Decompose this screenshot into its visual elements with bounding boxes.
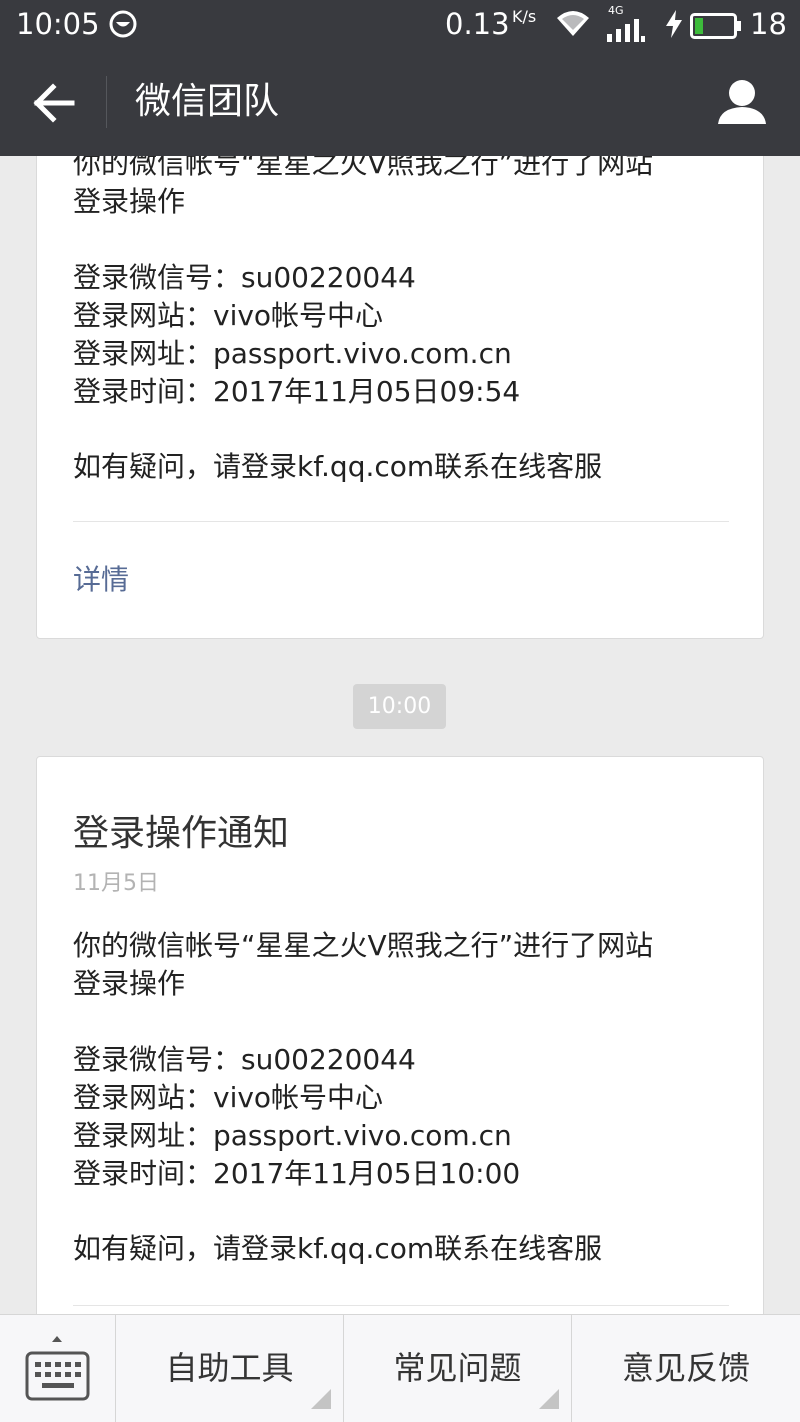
back-button[interactable] — [20, 70, 90, 136]
menu-faq[interactable]: 常见问题 — [343, 1315, 571, 1422]
menu-label: 常见问题 — [393, 1349, 522, 1387]
message-card[interactable]: 登录操作通知 11月5日 你的微信帐号“星星之火V照我之行”进行了网站 登录操作… — [36, 756, 764, 1314]
net-speed-value: 0.13 — [445, 7, 510, 41]
login-wechat-id: 登录微信号：su00220044 — [73, 261, 416, 294]
submenu-indicator-icon — [539, 1389, 559, 1409]
detail-link[interactable]: 详情 — [73, 561, 129, 599]
message-body-line1: 你的微信帐号“星星之火V照我之行”进行了网站 — [73, 929, 654, 962]
contact-info: 如有疑问，请登录kf.qq.com联系在线客服 — [73, 1232, 603, 1265]
message-card[interactable]: 你的微信帐号“星星之火V照我之行”进行了网站 登录操作 登录微信号：su0022… — [36, 156, 764, 639]
profile-button[interactable] — [712, 70, 772, 136]
notification-icon — [108, 9, 138, 47]
login-url: 登录网址：passport.vivo.com.cn — [73, 337, 512, 370]
submenu-indicator-icon — [311, 1389, 331, 1409]
login-time: 登录时间：2017年11月05日10:00 — [73, 1157, 521, 1190]
message-body-line1: 你的微信帐号“星星之火V照我之行”进行了网站 — [73, 156, 654, 180]
login-url: 登录网址：passport.vivo.com.cn — [73, 1119, 512, 1152]
battery-icon — [690, 11, 742, 47]
arrow-left-icon — [33, 83, 75, 123]
card-divider — [73, 521, 729, 522]
menu-feedback[interactable]: 意见反馈 — [571, 1315, 800, 1422]
message-title: 登录操作通知 — [73, 813, 290, 854]
card-divider — [73, 1305, 729, 1306]
signal-icon — [605, 14, 647, 50]
title-divider — [106, 76, 107, 128]
message-body-line2: 登录操作 — [73, 185, 186, 218]
message-date: 11月5日 — [73, 871, 159, 896]
person-icon — [718, 80, 766, 124]
status-time: 10:05 — [16, 7, 100, 41]
keyboard-toggle-button[interactable] — [0, 1315, 115, 1422]
login-website: 登录网站：vivo帐号中心 — [73, 1081, 384, 1114]
login-time: 登录时间：2017年11月05日09:54 — [73, 375, 521, 408]
title-bar: 微信团队 — [0, 50, 800, 156]
message-list[interactable]: 你的微信帐号“星星之火V照我之行”进行了网站 登录操作 登录微信号：su0022… — [0, 156, 800, 1314]
login-wechat-id: 登录微信号：su00220044 — [73, 1043, 416, 1076]
charging-icon — [666, 10, 682, 46]
menu-label: 意见反馈 — [621, 1349, 750, 1387]
time-divider: 10:00 — [353, 684, 446, 729]
message-body-line2: 登录操作 — [73, 967, 186, 1000]
wifi-icon — [555, 8, 591, 46]
keyboard-icon — [25, 1336, 90, 1401]
contact-info: 如有疑问，请登录kf.qq.com联系在线客服 — [73, 450, 603, 483]
menu-self-service[interactable]: 自助工具 — [115, 1315, 343, 1422]
bottom-menu-bar: 自助工具 常见问题 意见反馈 — [0, 1314, 800, 1422]
net-speed-unit: K/s — [512, 7, 537, 26]
menu-label: 自助工具 — [165, 1349, 294, 1387]
status-bar: 10:05 0.13 K/s 4G 18 — [0, 0, 800, 50]
login-website: 登录网站：vivo帐号中心 — [73, 299, 384, 332]
page-title: 微信团队 — [135, 81, 280, 122]
battery-level: 18 — [750, 7, 787, 41]
